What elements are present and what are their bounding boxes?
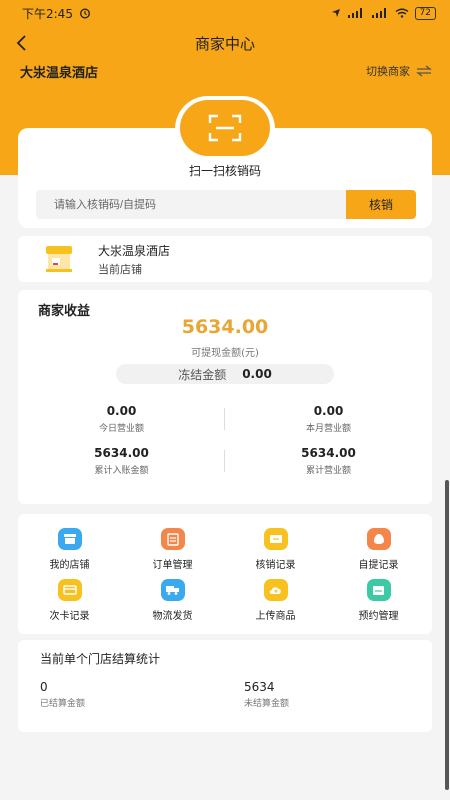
- unsettled-label: 未结算金额: [244, 699, 290, 709]
- upload-icon: [263, 579, 288, 601]
- location-icon: [331, 9, 340, 17]
- scan-icon: [208, 114, 242, 142]
- back-button[interactable]: [16, 26, 38, 60]
- bag-icon: [366, 528, 391, 550]
- signal-icon: [347, 8, 362, 18]
- stat-value: 5634.00: [301, 446, 356, 460]
- menu-order-management[interactable]: 订单管理: [121, 528, 224, 571]
- card-icon: [57, 579, 82, 601]
- swap-icon: [416, 65, 432, 77]
- menu-upload-product[interactable]: 上传商品: [224, 579, 327, 622]
- frozen-value: 0.00: [242, 367, 272, 381]
- menu-label: 自提记录: [358, 560, 399, 571]
- menu-verify-records[interactable]: 核销记录: [224, 528, 327, 571]
- stat-value: 5634.00: [94, 446, 149, 460]
- truck-icon: [160, 579, 185, 601]
- menu-label: 我的店铺: [49, 560, 90, 571]
- stat-value: 0.00: [106, 404, 137, 418]
- battery-indicator: 72: [414, 6, 436, 20]
- scrollbar[interactable]: [445, 480, 449, 790]
- menu-logistics[interactable]: 物流发货: [121, 579, 224, 622]
- withdrawable-label: 可提现金额(元): [191, 348, 259, 359]
- verify-code-input[interactable]: [36, 190, 346, 219]
- page-title: 商家中心: [194, 34, 255, 53]
- store-name: 大汖温泉酒店: [98, 243, 171, 258]
- alarm-icon: [80, 8, 90, 19]
- settlement-title: 当前单个门店结算统计: [40, 652, 161, 666]
- menu-label: 上传商品: [255, 611, 296, 622]
- signal-icon-2: [371, 8, 386, 18]
- verify-button[interactable]: 核销: [346, 190, 416, 219]
- menu-label: 预约管理: [358, 611, 399, 622]
- status-bar: 下午2:45 72: [0, 0, 450, 26]
- menu-label: 次卡记录: [49, 611, 90, 622]
- frozen-amount-pill: 冻结金额 0.00: [116, 364, 334, 384]
- function-menu: 我的店铺 订单管理 核销记录 自提记录 次卡记录 物流发货 上传商品 预约管理: [18, 514, 432, 634]
- stat-total-credited: 5634.00 累计入账金额: [18, 446, 225, 476]
- settled-value: 0: [40, 680, 48, 694]
- merchant-name: 大汖温泉酒店: [20, 65, 99, 81]
- navigation-bar: 商家中心: [0, 26, 450, 60]
- stat-total-revenue: 5634.00 累计营业额: [225, 446, 432, 476]
- stat-month: 0.00 本月营业额: [225, 404, 432, 434]
- menu-label: 核销记录: [255, 560, 296, 571]
- settled-label: 已结算金额: [40, 699, 86, 709]
- scan-button[interactable]: [180, 100, 270, 156]
- wifi-icon: [395, 8, 408, 18]
- ticket-icon: [263, 528, 288, 550]
- status-time: 下午2:45: [22, 6, 73, 21]
- merchant-row: 大汖温泉酒店 切换商家: [0, 60, 450, 82]
- verify-row: 核销: [36, 190, 416, 219]
- stat-label: 今日营业额: [98, 424, 144, 434]
- store-icon: [57, 528, 82, 550]
- stat-value: 0.00: [313, 404, 344, 418]
- switch-merchant-label: 切换商家: [366, 65, 410, 78]
- frozen-label: 冻结金额: [178, 367, 227, 382]
- menu-label: 物流发货: [152, 611, 193, 622]
- menu-card-records[interactable]: 次卡记录: [18, 579, 121, 622]
- scan-label: 扫一扫核销码: [188, 164, 261, 178]
- store-subtitle: 当前店铺: [98, 262, 142, 276]
- current-store-card[interactable]: 大汖温泉酒店 当前店铺: [18, 236, 432, 282]
- settled-amount: 0 已结算金额: [40, 680, 85, 709]
- order-icon: [160, 528, 185, 550]
- menu-label: 订单管理: [152, 560, 193, 571]
- menu-my-store[interactable]: 我的店铺: [18, 528, 121, 571]
- calendar-icon: [366, 579, 391, 601]
- switch-merchant-button[interactable]: 切换商家: [366, 63, 432, 79]
- stat-label: 累计营业额: [305, 466, 351, 476]
- earnings-card: 商家收益 5634.00 可提现金额(元) 冻结金额 0.00 0.00 今日营…: [18, 290, 432, 504]
- stat-today: 0.00 今日营业额: [18, 404, 225, 434]
- chevron-left-icon: [16, 35, 26, 51]
- unsettled-amount: 5634 未结算金额: [244, 680, 289, 709]
- menu-appointment[interactable]: 预约管理: [327, 579, 430, 622]
- withdrawable-amount: 5634.00: [181, 316, 269, 338]
- store-icon: [46, 246, 72, 272]
- unsettled-value: 5634: [244, 680, 275, 694]
- stat-label: 累计入账金额: [94, 466, 149, 476]
- settlement-card: 当前单个门店结算统计 0 已结算金额 5634 未结算金额: [18, 640, 432, 732]
- menu-pickup-records[interactable]: 自提记录: [327, 528, 430, 571]
- stat-label: 本月营业额: [305, 424, 351, 434]
